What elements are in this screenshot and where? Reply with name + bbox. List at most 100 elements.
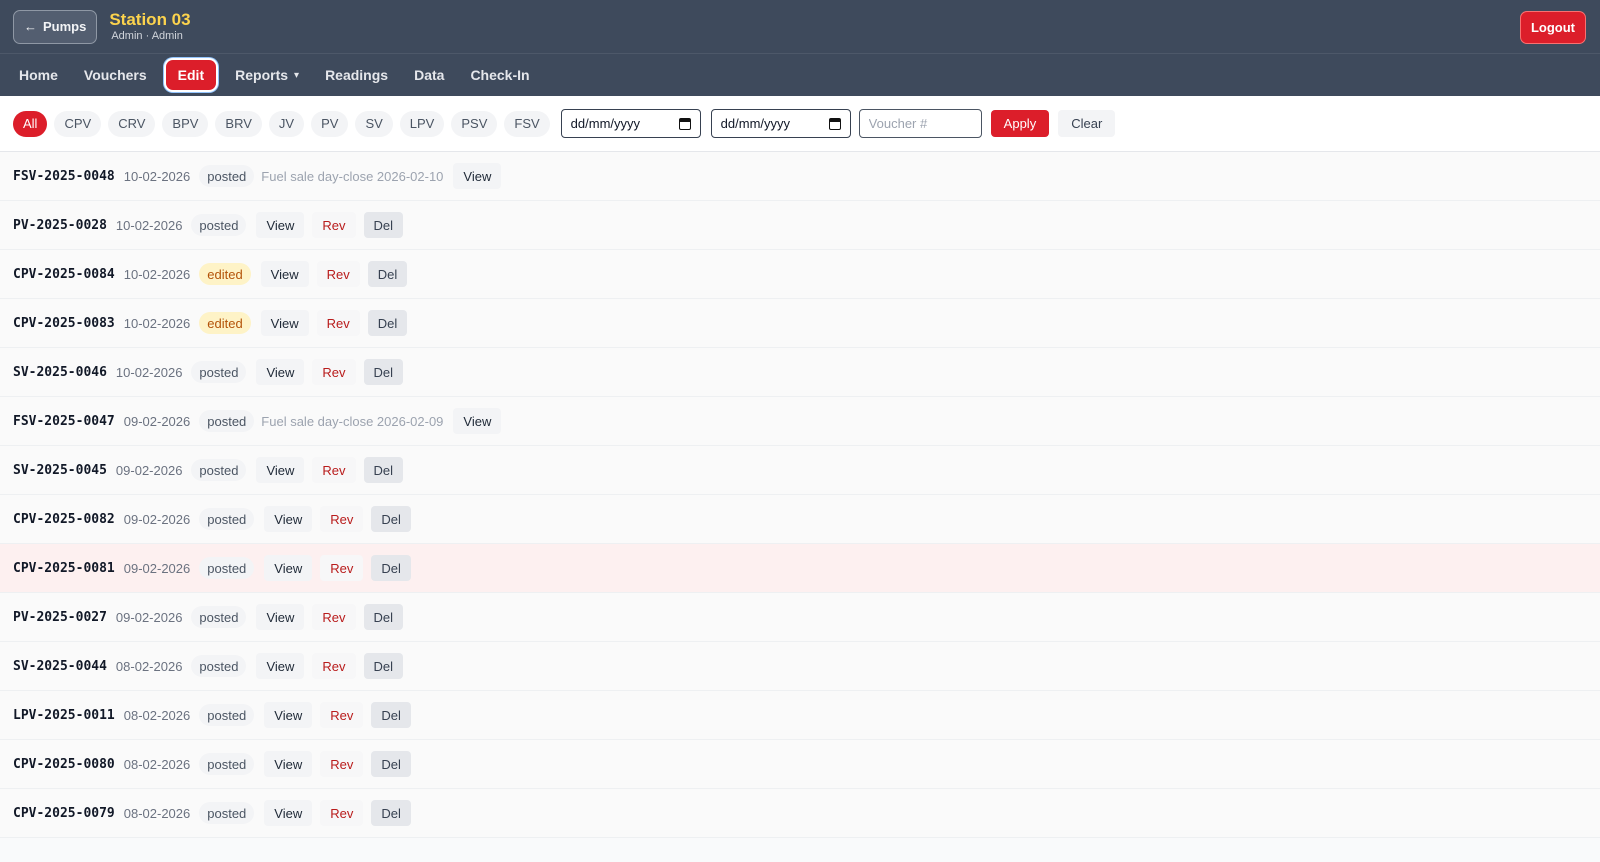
rev-button[interactable]: Rev (320, 751, 364, 777)
del-button[interactable]: Del (363, 604, 404, 630)
voucher-number: CPV-2025-0084 (13, 266, 115, 282)
filter-chip-lpv[interactable]: LPV (399, 110, 445, 137)
rev-button[interactable]: Rev (320, 506, 364, 532)
view-button[interactable]: View (256, 457, 305, 483)
status-badge: posted (191, 606, 247, 628)
logout-button[interactable]: Logout (1519, 11, 1586, 44)
voucher-number-input[interactable] (858, 109, 982, 138)
view-button[interactable]: View (264, 800, 313, 826)
arrow-left-icon: ← (24, 19, 37, 34)
voucher-date: 08-02-2026 (115, 658, 183, 674)
rev-button[interactable]: Rev (312, 457, 356, 483)
nav-edit[interactable]: Edit (165, 60, 217, 90)
del-button[interactable]: Del (363, 212, 404, 238)
calendar-icon[interactable] (828, 117, 841, 130)
voucher-date: 10-02-2026 (115, 364, 183, 380)
voucher-row: CPV-2025-0079 08-02-2026 posted View Rev Del (0, 789, 1600, 838)
del-button[interactable]: Del (367, 310, 408, 336)
voucher-number: CPV-2025-0080 (13, 756, 115, 772)
status-badge: posted (199, 410, 255, 432)
view-button[interactable]: View (256, 212, 305, 238)
del-button[interactable]: Del (363, 457, 404, 483)
filter-chip-crv[interactable]: CRV (108, 110, 156, 137)
voucher-list: FSV-2025-0048 10-02-2026 posted Fuel sale d… (0, 152, 1600, 838)
date-from-input[interactable]: dd/mm/yyyy (560, 109, 701, 138)
rev-button[interactable]: Rev (316, 261, 360, 287)
view-button[interactable]: View (264, 751, 313, 777)
user-role-subtitle: Admin · Admin (111, 30, 183, 42)
nav-check-in[interactable]: Check-In (457, 60, 542, 90)
filter-chip-brv[interactable]: BRV (215, 110, 262, 137)
calendar-icon[interactable] (678, 117, 691, 130)
rev-button[interactable]: Rev (312, 359, 356, 385)
status-badge: edited (199, 263, 251, 285)
status-badge: posted (199, 802, 255, 824)
date-to-input[interactable]: dd/mm/yyyy (710, 109, 851, 138)
voucher-number: FSV-2025-0048 (13, 168, 115, 184)
del-button[interactable]: Del (371, 800, 411, 826)
main-nav: Home Vouchers Edit Reports ▾ Readings Da… (0, 54, 1600, 96)
back-to-pumps-button[interactable]: ← Pumps (13, 9, 98, 44)
voucher-date: 10-02-2026 (123, 266, 191, 282)
voucher-date: 10-02-2026 (115, 217, 183, 233)
rev-button[interactable]: Rev (320, 702, 364, 728)
filter-chip-sv[interactable]: SV (355, 110, 393, 137)
voucher-number: PV-2025-0027 (13, 609, 107, 625)
view-button[interactable]: View (264, 506, 313, 532)
view-button[interactable]: View (260, 310, 309, 336)
nav-reports[interactable]: Reports ▾ (222, 60, 312, 90)
voucher-number: CPV-2025-0079 (13, 805, 115, 821)
rev-button[interactable]: Rev (312, 653, 356, 679)
rev-button[interactable]: Rev (320, 800, 364, 826)
view-button[interactable]: View (453, 408, 502, 434)
voucher-date: 08-02-2026 (123, 756, 191, 772)
filter-chip-jv[interactable]: JV (268, 110, 305, 137)
voucher-number: LPV-2025-0011 (13, 707, 115, 723)
nav-readings[interactable]: Readings (312, 60, 401, 90)
rev-button[interactable]: Rev (312, 604, 356, 630)
voucher-date: 09-02-2026 (123, 413, 191, 429)
nav-vouchers[interactable]: Vouchers (71, 60, 160, 90)
apply-button[interactable]: Apply (990, 110, 1050, 137)
filter-chip-fsv[interactable]: FSV (504, 110, 550, 137)
del-button[interactable]: Del (363, 653, 404, 679)
rev-button[interactable]: Rev (316, 310, 360, 336)
status-badge: posted (191, 459, 247, 481)
date-to-placeholder: dd/mm/yyyy (720, 116, 791, 131)
view-button[interactable]: View (256, 359, 305, 385)
rev-button[interactable]: Rev (312, 212, 356, 238)
nav-data[interactable]: Data (401, 60, 457, 90)
del-button[interactable]: Del (371, 555, 411, 581)
view-button[interactable]: View (264, 555, 313, 581)
del-button[interactable]: Del (367, 261, 408, 287)
del-button[interactable]: Del (371, 702, 411, 728)
filter-chip-pv[interactable]: PV (311, 110, 349, 137)
nav-home[interactable]: Home (6, 60, 71, 90)
del-button[interactable]: Del (371, 751, 411, 777)
filter-chip-bpv[interactable]: BPV (162, 110, 209, 137)
date-from-placeholder: dd/mm/yyyy (570, 116, 641, 131)
view-button[interactable]: View (453, 163, 502, 189)
voucher-date: 09-02-2026 (123, 560, 191, 576)
filter-chip-cpv[interactable]: CPV (54, 110, 102, 137)
voucher-row: FSV-2025-0048 10-02-2026 posted Fuel sale d… (0, 152, 1600, 201)
voucher-description: Fuel sale day-close 2026-02-09 (261, 413, 444, 429)
voucher-row: PV-2025-0028 10-02-2026 posted View Rev Del (0, 201, 1600, 250)
status-badge: posted (199, 704, 255, 726)
status-badge: posted (191, 361, 247, 383)
del-button[interactable]: Del (371, 506, 411, 532)
voucher-date: 09-02-2026 (123, 511, 191, 527)
voucher-row: CPV-2025-0081 09-02-2026 posted View Rev Del (0, 544, 1600, 593)
view-button[interactable]: View (256, 604, 305, 630)
rev-button[interactable]: Rev (320, 555, 364, 581)
del-button[interactable]: Del (363, 359, 404, 385)
view-button[interactable]: View (256, 653, 305, 679)
filter-chip-all[interactable]: All (13, 110, 48, 137)
filter-chip-psv[interactable]: PSV (451, 110, 498, 137)
view-button[interactable]: View (260, 261, 309, 287)
clear-button[interactable]: Clear (1058, 110, 1116, 137)
voucher-row: SV-2025-0045 09-02-2026 posted View Rev Del (0, 446, 1600, 495)
view-button[interactable]: View (264, 702, 313, 728)
voucher-row: SV-2025-0046 10-02-2026 posted View Rev Del (0, 348, 1600, 397)
status-badge: posted (191, 214, 247, 236)
